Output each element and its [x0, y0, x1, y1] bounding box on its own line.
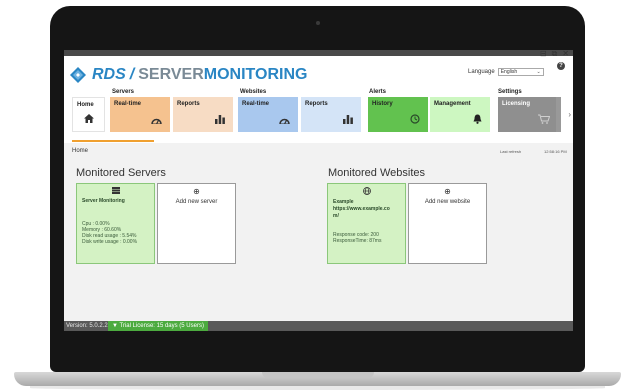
monitored-servers-title: Monitored Servers [76, 167, 166, 179]
chevron-down-icon: ⌄ [536, 69, 541, 75]
server-disk-write: Disk write usage : 0.00% [82, 239, 138, 245]
logo-wordmark: RDS / SERVERMONITORING [92, 66, 308, 83]
version-label: Version: 5.0.2.2 [66, 323, 108, 329]
language-dropdown[interactable]: English ⌄ [497, 68, 544, 76]
app-logo: RDS / SERVERMONITORING [70, 65, 307, 85]
gauge-icon [151, 116, 162, 127]
bar-chart-icon [343, 115, 353, 127]
nav-tile-servers-realtime[interactable]: Real-time [110, 97, 170, 132]
plus-circle-icon: ⊕ [444, 187, 451, 196]
website-url-cont: m/ [333, 213, 339, 219]
title-bar [64, 50, 573, 56]
add-server-label: Add new server [175, 199, 218, 205]
laptop-shadow [30, 386, 605, 390]
last-refresh-time: 12:58:16 PM [544, 149, 567, 154]
nav-tile-servers-reports[interactable]: Reports [173, 97, 233, 132]
nav-tile-alerts-management[interactable]: Management [430, 97, 490, 132]
breadcrumb: Home [72, 148, 89, 154]
website-name: Example [333, 199, 354, 205]
bar-chart-icon [215, 115, 225, 127]
trial-license-badge[interactable]: ▼ Trial License: 15 days (5 Users) [108, 321, 208, 331]
website-response-time: ResponseTime: 87ms [333, 238, 382, 244]
nav-tile-settings-licensing[interactable]: Licensing [498, 97, 558, 132]
help-icon[interactable]: ? [557, 62, 565, 70]
gauge-icon [279, 116, 290, 127]
minimize-icon[interactable]: ⊟ [540, 50, 547, 58]
home-icon [84, 114, 94, 126]
language-value: English [500, 69, 518, 75]
monitored-websites-title: Monitored Websites [328, 167, 426, 179]
nav-tile-websites-reports[interactable]: Reports [301, 97, 361, 132]
language-label: Language [468, 69, 495, 75]
website-card[interactable]: Example https://www.example.co m/ Respon… [327, 183, 406, 264]
language-selector: Language English ⌄ [468, 68, 544, 76]
camera [316, 21, 320, 25]
restore-icon[interactable]: ⧉ [552, 50, 558, 58]
chevron-right-icon[interactable]: › [568, 110, 571, 119]
nav-tile-alerts-history[interactable]: History [368, 97, 428, 132]
trial-license-text: Trial License: 15 days (5 Users) [119, 323, 204, 329]
nav-group-websites: Websites [240, 89, 267, 95]
nav-tile-home[interactable]: Home [72, 97, 105, 132]
last-refresh-label: Last refresh [500, 149, 522, 154]
nav-group-servers: Servers [112, 89, 135, 95]
add-website-card[interactable]: ⊕ Add new website [408, 183, 487, 264]
cart-icon [538, 114, 551, 127]
website-url: https://www.example.co [333, 206, 390, 212]
globe-icon [328, 187, 405, 197]
plus-circle-icon: ⊕ [193, 187, 200, 196]
filter-icon: ▼ [112, 323, 120, 329]
server-icon [77, 187, 154, 196]
app-screen: ⊟ ⧉ ✕ RDS / SERVERMONITORING Language Engl… [64, 50, 573, 331]
add-website-label: Add new website [424, 199, 471, 205]
add-server-card[interactable]: ⊕ Add new server [157, 183, 236, 264]
active-tab-indicator [72, 140, 154, 142]
close-icon[interactable]: ✕ [562, 50, 569, 58]
logo-diamond-icon [70, 67, 86, 83]
bell-icon [473, 114, 482, 127]
nav-group-settings: Settings [498, 89, 522, 95]
server-card[interactable]: Server Monitoring Cpu : 0.00% Memory : 6… [76, 183, 155, 264]
nav-group-alerts: Alerts [369, 89, 387, 95]
nav-tile-websites-realtime[interactable]: Real-time [238, 97, 298, 132]
laptop-notch [262, 372, 374, 378]
window-controls: ⊟ ⧉ ✕ [540, 50, 569, 58]
laptop-stage: ⊟ ⧉ ✕ RDS / SERVERMONITORING Language Engl… [0, 0, 635, 390]
history-icon [410, 114, 420, 127]
nav-scrollbar[interactable] [556, 97, 561, 132]
server-name: Server Monitoring [82, 198, 125, 204]
